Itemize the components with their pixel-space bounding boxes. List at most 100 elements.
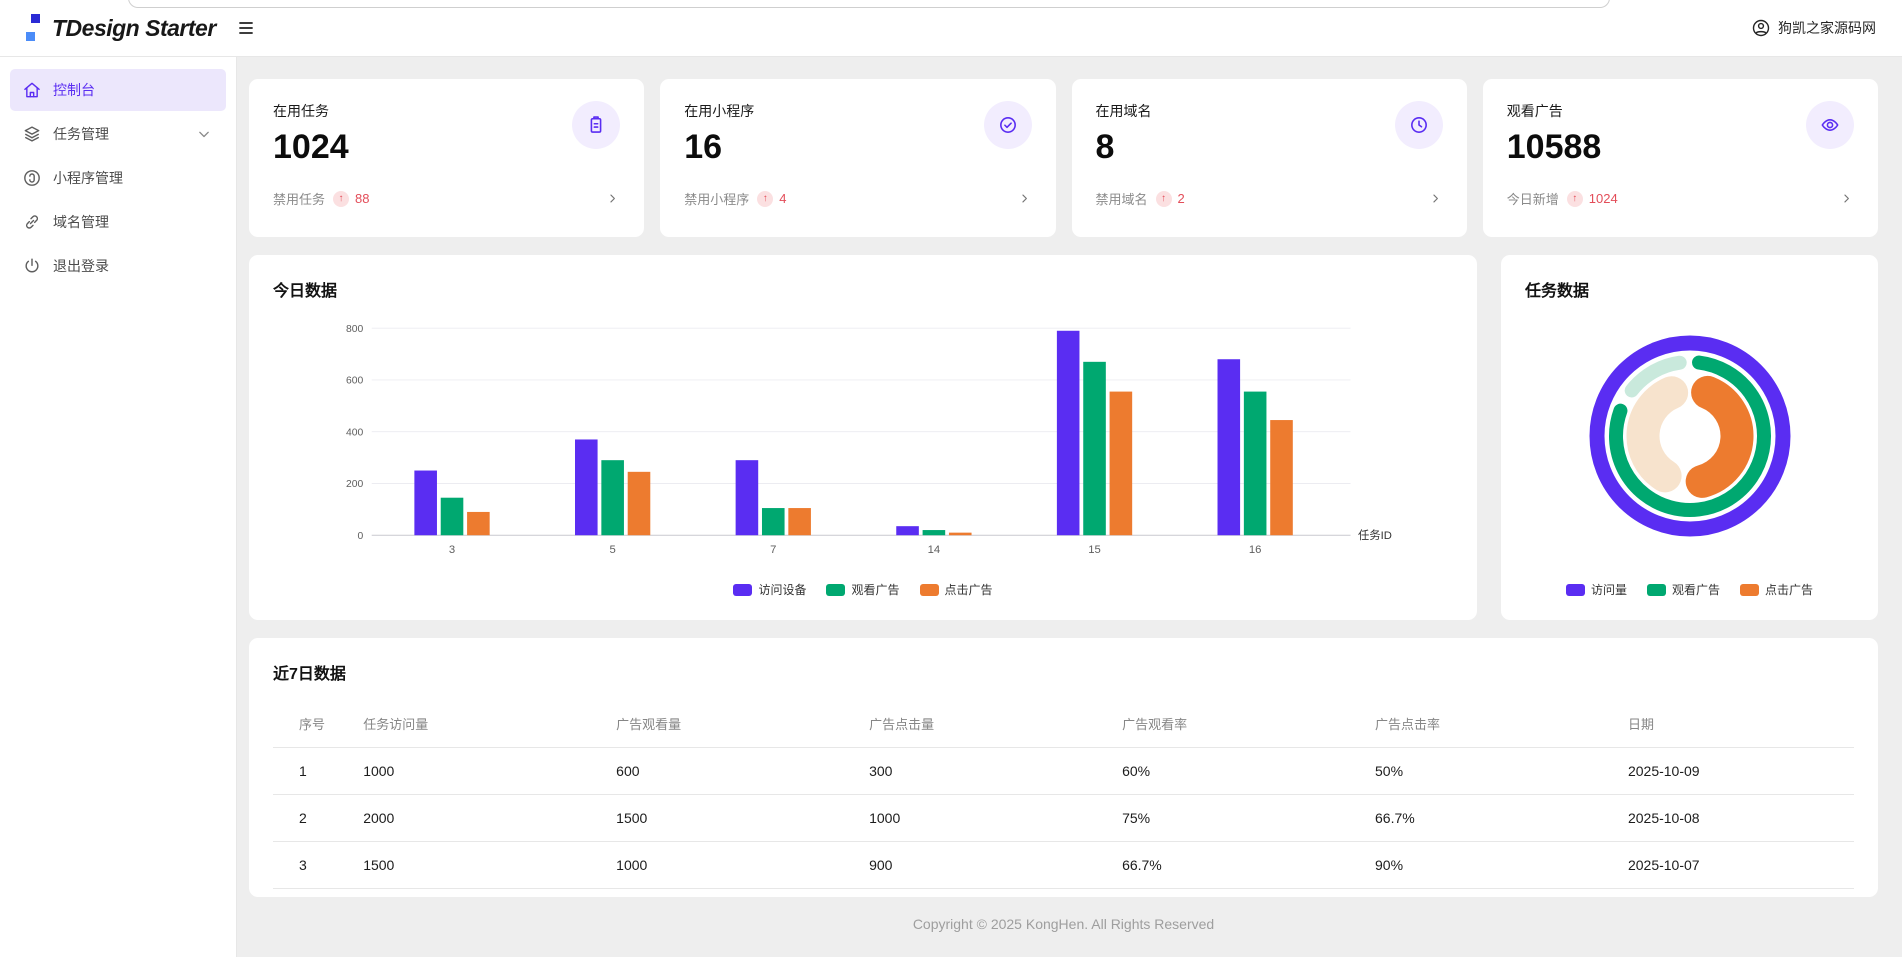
svg-text:800: 800 [346, 324, 364, 335]
table-cell: 2025-10-08 [1620, 795, 1854, 842]
user-avatar-icon [1751, 18, 1771, 38]
app-logo[interactable]: TDesign Starter [26, 14, 216, 42]
today-data-card: 今日数据 0200400600800357141516任务ID 访问设备观看广告… [249, 255, 1477, 620]
table-cell: 66.7% [1367, 795, 1620, 842]
legend-item[interactable]: 访问量 [1566, 581, 1627, 598]
svg-text:16: 16 [1249, 544, 1262, 556]
sidebar: 控制台任务管理小程序管理域名管理退出登录 [0, 57, 237, 957]
user-menu[interactable]: 狗凯之家源码网 [1751, 18, 1876, 38]
stat-title: 在用小程序 [684, 101, 1031, 121]
stat-card-3: 在用域名8禁用域名↑2 [1072, 79, 1467, 237]
stat-sub-value: 1024 [1589, 191, 1618, 206]
legend-swatch [920, 584, 939, 596]
table-cell: 1000 [355, 748, 608, 795]
stat-sub-label: 禁用任务 [273, 189, 325, 208]
legend-label: 点击广告 [945, 581, 993, 598]
logo-mark-icon [26, 14, 40, 42]
donut-chart-canvas[interactable] [1583, 329, 1797, 543]
sidebar-item-miniprogram[interactable]: 小程序管理 [10, 157, 226, 199]
sidebar-item-logout[interactable]: 退出登录 [10, 245, 226, 287]
bar-chart-legend: 访问设备 观看广告 点击广告 [273, 581, 1453, 598]
sidebar-item-label: 任务管理 [53, 124, 109, 144]
legend-item[interactable]: 点击广告 [1740, 581, 1813, 598]
svg-text:600: 600 [346, 376, 364, 387]
stat-sub-value: 2 [1178, 191, 1185, 206]
svg-text:7: 7 [770, 544, 776, 556]
task-data-card: 任务数据 访问量 观看广告 点击广告 [1501, 255, 1878, 620]
menu-collapse-icon[interactable] [236, 18, 256, 38]
pie-chart-title: 任务数据 [1525, 277, 1589, 301]
table-col-header: 日期 [1620, 700, 1854, 748]
stat-value: 1024 [273, 128, 620, 167]
legend-item[interactable]: 观看广告 [826, 581, 899, 598]
table-cell: 2 [273, 795, 355, 842]
svg-text:任务ID: 任务ID [1358, 528, 1392, 542]
sidebar-item-dashboard[interactable]: 控制台 [10, 69, 226, 111]
sidebar-item-label: 控制台 [53, 80, 95, 100]
stat-sub-value: 88 [355, 191, 369, 206]
arrow-up-icon: ↑ [333, 191, 349, 207]
table-cell: 2025-10-07 [1620, 842, 1854, 889]
stat-value: 16 [684, 128, 1031, 167]
legend-item[interactable]: 访问设备 [733, 581, 806, 598]
week-data-card: 近7日数据 序号任务访问量广告观看量广告点击量广告观看率广告点击率日期 1100… [249, 638, 1878, 897]
table-row: 220001500100075%66.7%2025-10-08 [273, 795, 1854, 842]
table-col-header: 广告点击量 [861, 700, 1114, 748]
svg-text:14: 14 [928, 544, 941, 556]
eye-icon [1806, 101, 1854, 149]
table-row: 1100060030060%50%2025-10-09 [273, 748, 1854, 795]
copyright-footer: Copyright © 2025 KongHen. All Rights Res… [249, 897, 1878, 951]
clock-icon [1395, 101, 1443, 149]
table-col-header: 广告观看量 [608, 700, 861, 748]
table-cell: 1 [273, 748, 355, 795]
table-cell: 2000 [355, 795, 608, 842]
stat-cards-row: 在用任务1024禁用任务↑88在用小程序16禁用小程序↑4在用域名8禁用域名↑2… [249, 79, 1878, 237]
stat-title: 观看广告 [1507, 101, 1854, 121]
legend-swatch [826, 584, 845, 596]
legend-label: 访问设备 [758, 581, 806, 598]
stat-title: 在用域名 [1096, 101, 1443, 121]
table-cell: 1000 [608, 842, 861, 889]
sidebar-item-label: 小程序管理 [53, 168, 123, 188]
stat-card-2: 在用小程序 16 禁用小程序 ↑ 4 [660, 79, 1055, 237]
table-col-header: 任务访问量 [355, 700, 608, 748]
table-cell: 2025-10-09 [1620, 748, 1854, 795]
table-cell: 1500 [608, 795, 861, 842]
stat-value: 8 [1096, 128, 1443, 167]
table-row: 31500100090066.7%90%2025-10-07 [273, 842, 1854, 889]
table-col-header: 广告观看率 [1114, 700, 1367, 748]
stat-sub-value: 4 [779, 191, 786, 206]
chevron-right-icon[interactable] [1839, 191, 1854, 206]
arrow-up-icon: ↑ [1567, 191, 1583, 207]
layers-icon [22, 124, 42, 144]
legend-label: 观看广告 [1672, 581, 1720, 598]
legend-swatch [733, 584, 752, 596]
svg-text:400: 400 [346, 427, 364, 438]
arrow-up-icon: ↑ [757, 191, 773, 207]
app-header: TDesign Starter 狗凯之家源码网 [0, 0, 1902, 57]
chevron-right-icon[interactable] [605, 191, 620, 206]
sidebar-item-domains[interactable]: 域名管理 [10, 201, 226, 243]
legend-item[interactable]: 观看广告 [1647, 581, 1720, 598]
table-cell: 3 [273, 842, 355, 889]
sidebar-item-label: 退出登录 [53, 256, 109, 276]
chevron-down-icon [194, 124, 214, 144]
svg-text:15: 15 [1088, 544, 1101, 556]
bar-chart-canvas[interactable]: 0200400600800357141516任务ID [273, 315, 1453, 571]
legend-label: 点击广告 [1765, 581, 1813, 598]
sidebar-item-tasks[interactable]: 任务管理 [10, 113, 226, 155]
table-cell: 900 [861, 842, 1114, 889]
table-cell: 600 [608, 748, 861, 795]
table-title: 近7日数据 [273, 660, 1854, 684]
check-circle-icon [984, 101, 1032, 149]
stat-value: 10588 [1507, 128, 1854, 167]
legend-item[interactable]: 点击广告 [920, 581, 993, 598]
stat-title: 在用任务 [273, 101, 620, 121]
stat-sub-label: 禁用小程序 [684, 189, 749, 208]
power-icon [22, 256, 42, 276]
user-name: 狗凯之家源码网 [1778, 18, 1876, 38]
chevron-right-icon[interactable] [1428, 191, 1443, 206]
link-icon [22, 212, 42, 232]
chevron-right-icon[interactable] [1017, 191, 1032, 206]
legend-swatch [1647, 584, 1666, 596]
